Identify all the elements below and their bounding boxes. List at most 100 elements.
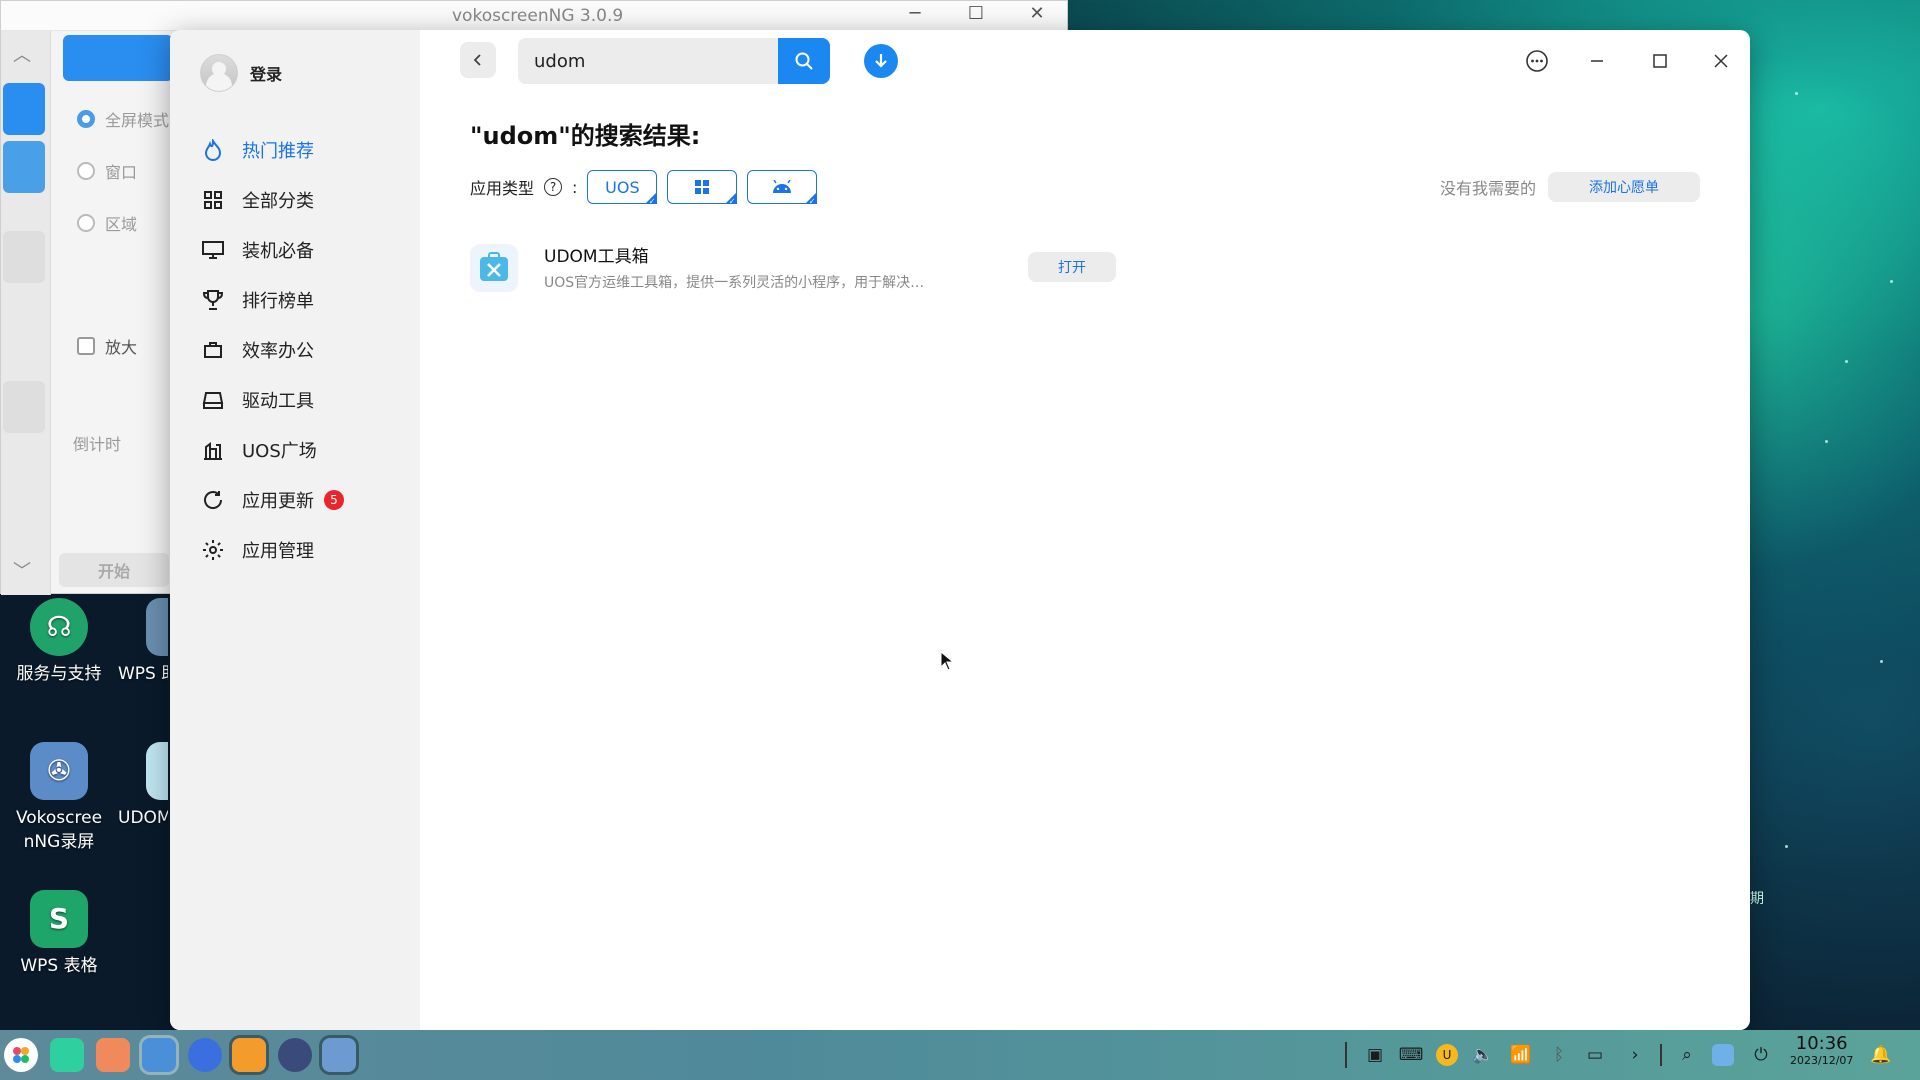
voice-assistant-icon[interactable] xyxy=(1712,1044,1734,1066)
option-fullscreen[interactable]: 全屏模式 xyxy=(77,107,169,131)
app-store-taskbar-icon[interactable] xyxy=(142,1038,176,1072)
file-manager-icon[interactable] xyxy=(50,1038,84,1072)
filter-chip-uos[interactable]: UOS xyxy=(587,170,658,206)
screenshot-tray-icon[interactable]: ▣ xyxy=(1364,1044,1386,1066)
star xyxy=(1785,845,1788,848)
countdown-label: 倒计时 xyxy=(73,435,122,454)
filter-chip-android[interactable] xyxy=(747,170,818,206)
sidebar-item-updates[interactable]: 应用更新 5 xyxy=(200,475,344,525)
list-item[interactable]: UDOM工具箱 UOS官方运维工具箱，提供一系列灵活的小程序，用于解决… 打开 xyxy=(470,240,1116,300)
headset-icon: ☊ xyxy=(30,598,88,656)
launcher-icon[interactable] xyxy=(4,1038,38,1072)
keyboard-icon[interactable]: ⌨ xyxy=(1399,1044,1424,1066)
download-icon xyxy=(875,54,887,68)
windows-icon xyxy=(695,180,710,194)
close-button[interactable] xyxy=(1704,44,1738,78)
multitask-icon[interactable] xyxy=(96,1038,130,1072)
sidebar-item-manage[interactable]: 应用管理 xyxy=(200,525,344,575)
archive-icon[interactable] xyxy=(232,1038,266,1072)
briefcase-icon xyxy=(200,337,226,363)
chevron-right-icon[interactable]: › xyxy=(1624,1044,1646,1066)
sidebar-item-label: 驱动工具 xyxy=(242,391,314,412)
star xyxy=(1845,360,1848,363)
minimize-icon xyxy=(1591,60,1603,62)
option-area[interactable]: 区域 xyxy=(77,211,137,235)
desktop-icon-wps-sheet[interactable]: S WPS 表格 xyxy=(4,890,114,978)
app-description: UOS官方运维工具箱，提供一系列灵活的小程序，用于解决… xyxy=(544,275,925,291)
vokoscreen-taskbar-icon[interactable] xyxy=(322,1038,356,1072)
option-magnify[interactable]: 放大 xyxy=(77,334,137,358)
option-window[interactable]: 窗口 xyxy=(77,159,137,183)
search-button[interactable] xyxy=(778,38,830,84)
wps-sheet-icon: S xyxy=(30,890,88,948)
taskbar: ▣ ⌨ U 🔈 📶 ᛒ ▭ › ⌕ ⏻ 10:36 2023/12/07 🔔 xyxy=(0,1030,1920,1080)
input-method-icon[interactable]: U xyxy=(1436,1044,1458,1066)
tab-screen[interactable] xyxy=(3,83,45,135)
bluetooth-icon[interactable]: ᛒ xyxy=(1548,1044,1570,1066)
volume-icon[interactable]: 🔈 xyxy=(1472,1044,1494,1066)
tab-camera[interactable] xyxy=(3,231,45,283)
tab-player[interactable] xyxy=(3,381,45,433)
wps-icon xyxy=(146,598,168,656)
search-icon[interactable]: ⌕ xyxy=(1676,1044,1698,1066)
sidebar-item-label: 应用管理 xyxy=(242,541,314,562)
star xyxy=(1795,92,1798,95)
settings-icon[interactable] xyxy=(278,1038,312,1072)
close-icon[interactable]: ✕ xyxy=(1025,3,1049,24)
screen-mode-tab[interactable] xyxy=(63,35,173,81)
desktop-icon-support[interactable]: ☊ 服务与支持 xyxy=(4,598,114,686)
filter-label: 应用类型 xyxy=(470,179,535,198)
maximize-button[interactable] xyxy=(1643,44,1677,78)
toolbox-icon xyxy=(470,244,518,292)
desktop-icon-vokoscreen[interactable]: ✇ Vokoscree nNG录屏 xyxy=(4,742,114,854)
star xyxy=(1890,280,1893,283)
wishlist-area: 没有我需要的 添加心愿单 xyxy=(1440,172,1700,202)
desktop-icon-udom[interactable]: UDOM xyxy=(118,742,168,830)
power-icon[interactable]: ⏻ xyxy=(1750,1044,1772,1066)
browser-icon[interactable] xyxy=(188,1038,222,1072)
sidebar-item-label: 应用更新 xyxy=(242,491,314,512)
help-icon[interactable]: ? xyxy=(544,178,563,196)
menu-button[interactable] xyxy=(1520,44,1554,78)
tab-audio[interactable] xyxy=(3,141,45,193)
wifi-icon[interactable]: 📶 xyxy=(1510,1044,1532,1066)
minimize-button[interactable] xyxy=(1580,44,1614,78)
sidebar-item-ranking[interactable]: 排行榜单 xyxy=(200,275,344,325)
desktop-icon-wps-assist[interactable]: WPS 助 xyxy=(118,598,168,686)
divider xyxy=(1345,1042,1347,1068)
chevron-up-icon[interactable]: ︿ xyxy=(13,41,31,67)
sidebar-item-hot[interactable]: 热门推荐 xyxy=(200,125,344,175)
add-wishlist-button[interactable]: 添加心愿单 xyxy=(1548,172,1700,202)
minimize-icon[interactable]: ─ xyxy=(903,3,927,24)
sidebar-item-essentials[interactable]: 装机必备 xyxy=(200,225,344,275)
login-area[interactable]: 登录 xyxy=(200,54,282,92)
clock[interactable]: 10:36 2023/12/07 xyxy=(1790,1034,1853,1068)
start-button[interactable]: 开始 xyxy=(59,553,169,587)
sidebar-item-label: UOS广场 xyxy=(242,441,317,462)
back-button[interactable] xyxy=(460,42,496,78)
maximize-icon[interactable]: ☐ xyxy=(964,3,988,24)
maximize-icon xyxy=(1653,54,1667,68)
chevron-down-icon[interactable]: ﹀ xyxy=(13,557,31,583)
sidebar-item-drivers[interactable]: 驱动工具 xyxy=(200,375,344,425)
sidebar-item-office[interactable]: 效率办公 xyxy=(200,325,344,375)
desktop-icon-label: 服务与支持 xyxy=(16,664,102,684)
sidebar-item-categories[interactable]: 全部分类 xyxy=(200,175,344,225)
wishlist-prompt: 没有我需要的 xyxy=(1439,179,1536,198)
vokoscreen-sidebar: ︿ ﹀ xyxy=(1,31,51,595)
desktop-icon-label: WPS 表格 xyxy=(20,956,98,976)
search-input[interactable] xyxy=(518,38,778,84)
open-button[interactable]: 打开 xyxy=(1028,252,1116,282)
sidebar-item-plaza[interactable]: UOS广场 xyxy=(200,425,344,475)
hot-icon xyxy=(200,137,226,163)
monitor-icon xyxy=(200,237,226,263)
download-manager-button[interactable] xyxy=(864,44,898,78)
option-label: 区域 xyxy=(105,215,138,234)
app-name[interactable]: UDOM工具箱 xyxy=(544,242,649,267)
desktop-icon-label: WPS 助 xyxy=(118,664,168,684)
sidebar-item-label: 全部分类 xyxy=(242,191,314,212)
wallpaper-text: 期 xyxy=(1750,891,1764,907)
battery-icon[interactable]: ▭ xyxy=(1584,1044,1606,1066)
notification-bell-icon[interactable]: 🔔 xyxy=(1870,1044,1892,1066)
filter-chip-windows[interactable] xyxy=(667,170,738,206)
